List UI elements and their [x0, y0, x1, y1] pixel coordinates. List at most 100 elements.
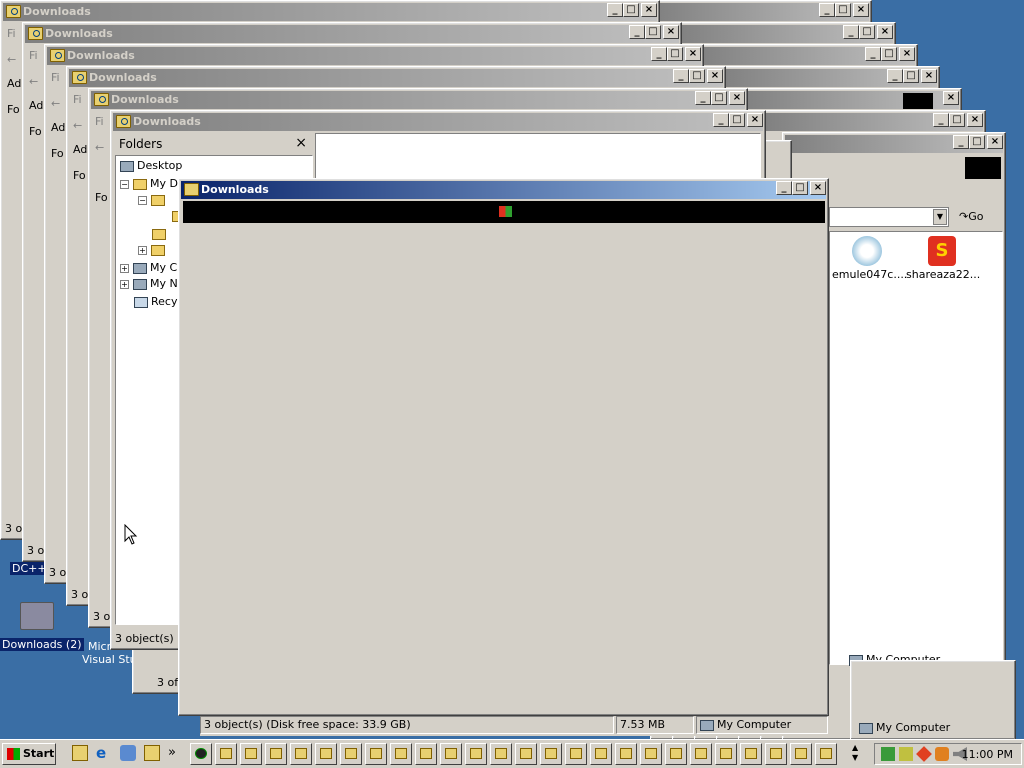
taskbar-button-downloads-8[interactable]: [390, 743, 412, 765]
close-button[interactable]: ×: [943, 91, 959, 105]
downloads-folder-icon[interactable]: [20, 602, 54, 630]
expand-icon[interactable]: +: [138, 245, 147, 255]
taskbar-button-downloads-9[interactable]: [415, 743, 437, 765]
minimize-button[interactable]: _: [887, 69, 903, 83]
minimize-button[interactable]: _: [933, 113, 949, 127]
minimize-button[interactable]: _: [819, 3, 835, 17]
back-arrow-icon[interactable]: ←: [29, 75, 38, 88]
minimize-button[interactable]: _: [843, 25, 859, 39]
menu-file[interactable]: Fi: [73, 93, 82, 106]
taskbar-button-downloads-5[interactable]: [315, 743, 337, 765]
address-dropdown-button[interactable]: ▼: [933, 209, 947, 225]
explorer-icon[interactable]: [144, 745, 160, 761]
maximize-button[interactable]: □: [729, 113, 745, 127]
close-button[interactable]: ×: [641, 3, 657, 17]
desktop-icon-msvs-line1[interactable]: Micr: [88, 640, 111, 653]
taskbar-button-downloads-20[interactable]: [690, 743, 712, 765]
taskbar-button-winamp[interactable]: [190, 743, 212, 765]
maximize-button[interactable]: □: [645, 25, 661, 39]
tray-icon-2[interactable]: [899, 747, 913, 761]
taskbar-button-downloads-12[interactable]: [490, 743, 512, 765]
expand-icon[interactable]: +: [120, 263, 129, 273]
close-button[interactable]: ×: [877, 25, 893, 39]
tree-item-my-network[interactable]: + My N: [120, 276, 178, 292]
taskbar-button-downloads-23[interactable]: [765, 743, 787, 765]
taskbar-button-downloads-4[interactable]: [290, 743, 312, 765]
close-button[interactable]: ×: [899, 47, 915, 61]
taskbar-button-downloads-7[interactable]: [365, 743, 387, 765]
minimize-button[interactable]: _: [695, 91, 711, 105]
taskbar-button-downloads-15[interactable]: [565, 743, 587, 765]
tree-item-sub1[interactable]: −: [138, 192, 168, 208]
maximize-button[interactable]: □: [969, 135, 985, 149]
taskbar-button-downloads-11[interactable]: [465, 743, 487, 765]
title-bar[interactable]: Downloads: [91, 91, 745, 109]
maximize-button[interactable]: □: [881, 47, 897, 61]
maximize-button[interactable]: □: [792, 181, 808, 195]
minimize-button[interactable]: _: [629, 25, 645, 39]
tree-item-desktop[interactable]: Desktop: [120, 158, 182, 174]
title-bar[interactable]: Downloads: [25, 25, 679, 43]
file-list[interactable]: emule047c.... S shareaza22...: [829, 231, 1003, 665]
maximize-button[interactable]: □: [667, 47, 683, 61]
taskbar-scroll-arrows[interactable]: ▲ ▼: [852, 743, 858, 763]
tray-icon-3[interactable]: [916, 746, 932, 762]
minimize-button[interactable]: _: [776, 181, 792, 195]
close-button[interactable]: ×: [663, 25, 679, 39]
back-arrow-icon[interactable]: ←: [7, 53, 16, 66]
taskbar-button-downloads-19[interactable]: [665, 743, 687, 765]
menu-file[interactable]: Fi: [29, 49, 38, 62]
maximize-button[interactable]: □: [835, 3, 851, 17]
file-item-emule[interactable]: emule047c....: [832, 236, 907, 281]
quick-launch-chevron[interactable]: »: [168, 745, 176, 760]
taskbar-button-downloads-16[interactable]: [590, 743, 612, 765]
address-field[interactable]: [829, 207, 949, 227]
desktop-icon-downloads[interactable]: Downloads (2): [0, 638, 84, 651]
file-item-shareaza[interactable]: S shareaza22...: [906, 236, 980, 281]
title-bar[interactable]: Downloads: [181, 181, 826, 199]
close-button[interactable]: ×: [810, 181, 826, 195]
expand-icon[interactable]: +: [120, 279, 129, 289]
start-button[interactable]: Start: [2, 743, 56, 765]
back-arrow-icon[interactable]: ←: [73, 119, 82, 132]
go-button[interactable]: ↷Go: [959, 207, 995, 227]
close-button[interactable]: ×: [707, 69, 723, 83]
collapse-icon[interactable]: −: [120, 179, 129, 189]
tray-icon-4[interactable]: [935, 747, 949, 761]
explorer-window-right-bottom[interactable]: My Computer: [850, 660, 1016, 740]
title-bar[interactable]: Downloads: [47, 47, 701, 65]
back-arrow-icon[interactable]: ←: [51, 97, 60, 110]
minimize-button[interactable]: _: [953, 135, 969, 149]
menu-file[interactable]: Fi: [95, 115, 104, 128]
minimize-button[interactable]: _: [651, 47, 667, 61]
close-button[interactable]: ×: [853, 3, 869, 17]
desktop-icon-msvs-line2[interactable]: Visual Stu: [82, 653, 137, 666]
taskbar-button-downloads-10[interactable]: [440, 743, 462, 765]
title-bar[interactable]: Downloads: [69, 69, 723, 87]
minimize-button[interactable]: _: [865, 47, 881, 61]
outlook-express-icon[interactable]: [120, 745, 136, 761]
title-bar[interactable]: Downloads: [3, 3, 657, 21]
taskbar-button-downloads-18[interactable]: [640, 743, 662, 765]
clock[interactable]: 11:00 PM: [962, 748, 1013, 761]
close-button[interactable]: ×: [987, 135, 1003, 149]
taskbar-button-downloads-13[interactable]: [515, 743, 537, 765]
taskbar-button-downloads-1[interactable]: [215, 743, 237, 765]
show-desktop-icon[interactable]: [72, 745, 88, 761]
collapse-icon[interactable]: −: [138, 195, 147, 205]
taskbar-button-downloads-24[interactable]: [790, 743, 812, 765]
internet-explorer-icon[interactable]: e: [96, 745, 112, 761]
minimize-button[interactable]: _: [607, 3, 623, 17]
back-arrow-icon[interactable]: ←: [95, 141, 104, 154]
tree-item-recycle-bin[interactable]: Recy: [134, 294, 177, 310]
close-button[interactable]: ×: [685, 47, 701, 61]
menu-file[interactable]: Fi: [7, 27, 16, 40]
desktop-icon-dcpp[interactable]: DC++: [10, 562, 49, 575]
tree-item-sub3[interactable]: [152, 226, 169, 242]
maximize-button[interactable]: □: [689, 69, 705, 83]
maximize-button[interactable]: □: [711, 91, 727, 105]
taskbar-button-downloads-25[interactable]: [815, 743, 837, 765]
taskbar-button-downloads-6[interactable]: [340, 743, 362, 765]
taskbar-button-downloads-17[interactable]: [615, 743, 637, 765]
close-button[interactable]: ×: [967, 113, 983, 127]
